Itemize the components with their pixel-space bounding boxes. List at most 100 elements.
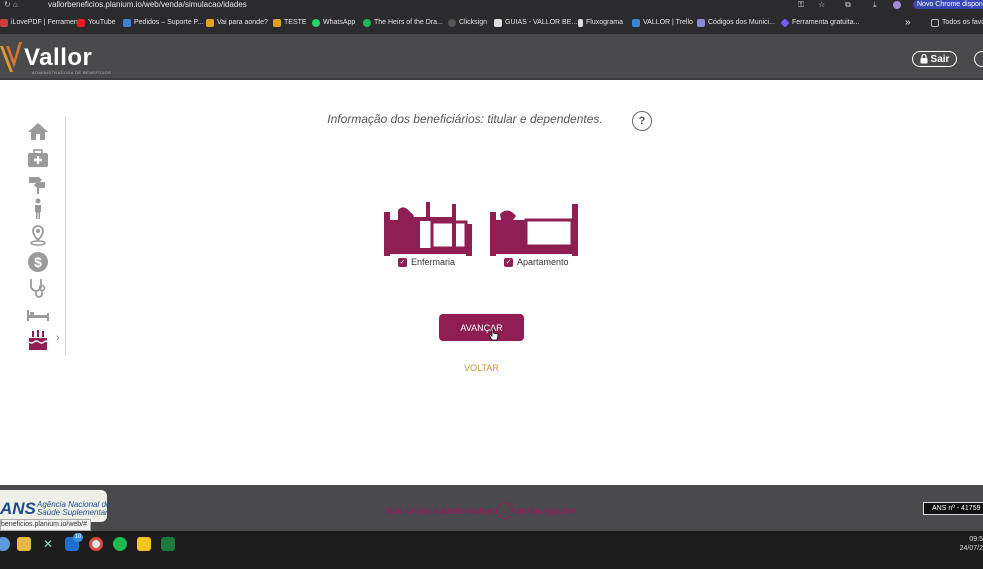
diamond-icon (780, 17, 790, 28)
chevron-right-icon[interactable]: › (56, 332, 60, 344)
arrow-left-circle-icon: ← (496, 502, 514, 519)
sidebar-item-price[interactable]: $ (26, 251, 50, 273)
clicksign-icon (448, 18, 456, 27)
sidebar-item-accommodation[interactable] (26, 304, 50, 326)
bookmark-fluxograma[interactable]: Fluxograma (578, 11, 623, 34)
lock-icon (920, 54, 928, 64)
page-question: Informação dos beneficiários: titular e … (327, 112, 603, 126)
location-icon (30, 225, 46, 246)
address-bar[interactable]: vallorbeneficios.planium.io/web/venda/si… (48, 0, 247, 10)
bookmark-codigos-municipios[interactable]: Códigos dos Munici... (697, 11, 775, 34)
spotify-icon[interactable] (113, 537, 127, 551)
apartamento-checkbox-row[interactable]: ✓ Apartamento (504, 257, 569, 267)
user-menu-icon[interactable] (974, 51, 983, 67)
key-icon[interactable]: ⚿ (798, 0, 804, 10)
svg-text:$: $ (34, 254, 42, 270)
brand-name: Vallor (24, 44, 93, 71)
whatsapp-icon (312, 18, 320, 27)
hand-cursor-icon (489, 328, 499, 341)
enfermaria-checkbox-row[interactable]: ✓ Enfermaria (398, 257, 455, 267)
mail-badge: 10 (73, 533, 83, 542)
browser-toolbar: ↻ ⌂ vallorbeneficios.planium.io/web/vend… (0, 0, 983, 11)
next-button[interactable]: AVANÇAR (439, 314, 524, 341)
ans-registration: ANS nº - 41759 (923, 502, 983, 515)
check-mark-icon (273, 18, 281, 27)
excel-like-app-icon[interactable]: ✕ (41, 537, 55, 551)
apartment-bed-icon (490, 204, 578, 256)
bookmarks-bar: iLovePDF | Ferramen... YouTube Pedidos –… (0, 11, 983, 34)
ans-agency-name-line-2: Saúde Suplementar (37, 508, 108, 517)
youtube-icon (77, 18, 85, 27)
check-mark-icon (206, 18, 214, 27)
enfermaria-label: Enfermaria (411, 257, 456, 267)
home-icon (28, 123, 48, 140)
logout-button[interactable]: Sair (912, 51, 957, 67)
browser-nav-icons[interactable]: ↻ ⌂ (4, 0, 18, 10)
stethoscope-icon (30, 279, 46, 298)
ans-logo-mark: ANS (0, 499, 36, 518)
spotify-icon (363, 18, 371, 27)
sidebar-item-location[interactable] (26, 224, 50, 246)
chrome-icon[interactable] (89, 537, 103, 551)
bookmark-all-folder[interactable]: Todos os favo (931, 11, 983, 34)
sidebar-item-direction[interactable] (26, 173, 50, 195)
bookmark-teste[interactable]: TESTE (273, 11, 307, 34)
document-icon (494, 18, 502, 27)
excel-icon[interactable] (161, 537, 175, 551)
help-desk-icon (123, 18, 131, 27)
file-explorer-icon[interactable] (17, 537, 31, 551)
bookmark-vallor-trello[interactable]: VALLOR | Trello (632, 11, 693, 34)
trello-icon (632, 18, 640, 27)
bookmark-youtube[interactable]: YouTube (77, 11, 116, 34)
bookmark-ferramenta-gratuita[interactable]: Ferramenta gratuita... (780, 11, 859, 34)
help-button[interactable]: ? (632, 111, 652, 131)
sidebar-item-home[interactable] (26, 120, 50, 142)
brand-tagline: ADMINISTRADORA DE BENEFÍCIOS (32, 70, 112, 75)
logout-label: Sair (930, 53, 950, 65)
ans-agency-name: Agência Nacional de Saúde Suplementar (37, 501, 110, 517)
bookmark-clicksign[interactable]: Clicksign (448, 11, 487, 34)
profile-avatar[interactable] (893, 1, 901, 9)
bed-icon (27, 310, 49, 321)
double-chevron-icon: » (905, 17, 911, 28)
bookmark-vai-para-aonde[interactable]: Vai para aonde? (206, 11, 268, 34)
birthday-cake-icon (28, 330, 48, 350)
folder-icon (931, 18, 939, 27)
enfermaria-checkbox[interactable]: ✓ (398, 257, 407, 267)
system-clock[interactable]: 09:5 24/07/2 (950, 535, 983, 553)
sidebar-item-holder[interactable] (26, 198, 50, 220)
back-button-warning: Não utilize o botão voltar ← do navegado… (386, 502, 575, 519)
sidebar-item-coverage[interactable] (26, 277, 50, 299)
app-header: Vallor ADMINISTRADORA DE BENEFÍCIOS Sair (0, 34, 983, 80)
dollar-icon: $ (28, 252, 48, 272)
clock-time: 09:5 (969, 536, 983, 543)
sticky-notes-icon[interactable] (137, 537, 151, 551)
sidebar-nav: $ › (22, 116, 66, 356)
status-bar-url: beneficios.planium.io/web/# (0, 519, 91, 531)
person-icon (35, 198, 41, 219)
ilovepdf-icon (0, 18, 8, 27)
bookmark-star-icon[interactable]: ☆ (818, 0, 825, 10)
clock-date: 24/07/2 (959, 545, 983, 552)
warning-text-prefix: Não utilize o botão voltar (386, 505, 494, 516)
bookmark-ilovepdf[interactable]: iLovePDF | Ferramen... (0, 11, 84, 34)
back-link[interactable]: VOLTAR (450, 363, 513, 373)
sidebar-item-plan[interactable] (26, 147, 50, 169)
sidebar-item-ages[interactable] (26, 329, 50, 351)
link-icon (697, 18, 705, 27)
bookmark-heirs-of-the-dragon[interactable]: The Heirs of the Dra... (363, 11, 443, 34)
bookmark-guias-vallor[interactable]: GUIAS - VALLOR BE... (494, 11, 577, 34)
chrome-update-button[interactable]: Novo Chrome disponív (913, 0, 983, 9)
bookmarks-overflow[interactable]: » (905, 11, 911, 34)
extensions-icon[interactable]: ⧉ (845, 0, 851, 10)
bookmark-whatsapp[interactable]: WhatsApp (312, 11, 355, 34)
vallor-logo-icon (0, 42, 22, 72)
apartamento-label: Apartamento (517, 257, 569, 267)
outlook-icon[interactable]: 10 (65, 533, 83, 551)
option-apartamento[interactable]: ✓ Apartamento (490, 202, 586, 272)
apartamento-checkbox[interactable]: ✓ (504, 257, 513, 267)
option-enfermaria[interactable]: ✓ Enfermaria (384, 202, 480, 272)
download-icon[interactable]: ⤓ (873, 0, 877, 10)
bookmark-pedidos[interactable]: Pedidos – Suporte P... (123, 11, 203, 34)
ward-beds-icon (384, 202, 472, 256)
